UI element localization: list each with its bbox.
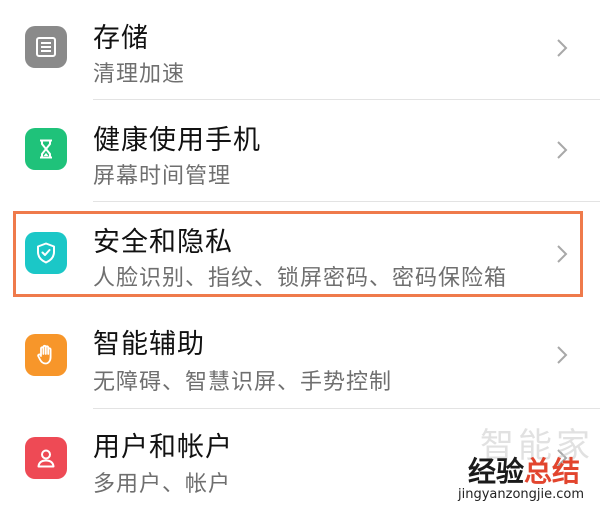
watermark-brand-part1: 经验 [468, 455, 525, 488]
settings-item-digital-balance[interactable]: 健康使用手机 屏幕时间管理 [0, 101, 600, 201]
chevron-right-icon [557, 141, 568, 159]
settings-item-smart-assistance[interactable]: 智能辅助 无障碍、智慧识屏、手势控制 [0, 306, 600, 406]
hand-icon [25, 334, 67, 376]
settings-item-subtitle: 屏幕时间管理 [93, 164, 232, 189]
settings-item-title: 健康使用手机 [93, 125, 261, 156]
settings-screen: 存储 清理加速 健康使用手机 屏幕时间管理 安全和隐私 人脸识别、指纹、锁屏密码… [0, 0, 600, 508]
storage-icon [25, 26, 67, 68]
divider [93, 201, 600, 202]
settings-item-title: 用户和帐户 [93, 432, 233, 463]
divider [93, 408, 600, 409]
settings-item-title: 存储 [93, 23, 149, 54]
watermark-brand-part2: 总结 [524, 455, 581, 488]
chevron-right-icon [557, 346, 568, 364]
watermark: 智能家 经验总结 jingyanzongjie.com [410, 426, 600, 508]
chevron-right-icon [557, 39, 568, 57]
watermark-brand: 经验总结 [468, 450, 580, 490]
user-icon [25, 437, 67, 479]
settings-item-subtitle: 清理加速 [93, 62, 186, 87]
divider [93, 99, 600, 100]
settings-item-title: 智能辅助 [93, 329, 205, 360]
settings-item-subtitle: 无障碍、智慧识屏、手势控制 [93, 370, 393, 395]
hourglass-icon [25, 128, 67, 170]
settings-item-storage[interactable]: 存储 清理加速 [0, 0, 600, 100]
watermark-url: jingyanzongjie.com [458, 487, 585, 502]
highlight-box [13, 211, 583, 297]
settings-item-subtitle: 多用户、帐户 [93, 472, 232, 497]
